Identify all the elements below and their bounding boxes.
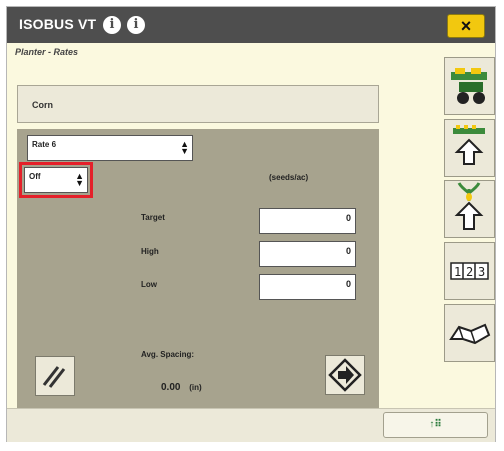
svg-text:3: 3 — [478, 265, 485, 279]
planter-button[interactable] — [444, 57, 495, 115]
avg-spacing-unit: (in) — [189, 383, 202, 392]
number-keypad-icon: 1 2 3 — [450, 262, 489, 280]
avg-spacing-value: 0.00 (in) — [161, 382, 202, 393]
rate-select-value: Rate 6 — [32, 140, 57, 149]
title-bar: ISOBUS VT i i × — [7, 7, 495, 43]
enter-arrow-icon — [328, 358, 362, 392]
updown-arrows-icon: ▲ ▼ — [180, 139, 189, 156]
bottom-softkey[interactable]: ↑⠿ — [383, 412, 488, 438]
vt-window: ISOBUS VT i i × Planter - Rates Corn Rat… — [6, 6, 496, 442]
enter-button[interactable] — [325, 355, 365, 395]
avg-spacing-number: 0.00 — [161, 382, 181, 393]
window-title: ISOBUS VT — [19, 16, 97, 32]
svg-text:1: 1 — [454, 265, 461, 279]
planter-icon — [451, 68, 487, 104]
number-keypad-button[interactable]: 1 2 3 — [444, 242, 495, 300]
low-label: Low — [141, 280, 157, 289]
rate-select[interactable]: Rate 6 ▲ ▼ — [27, 135, 193, 161]
seed-up-button[interactable] — [444, 180, 495, 238]
target-value: 0 — [345, 213, 351, 223]
book-button[interactable] — [444, 304, 495, 362]
book-icon — [449, 323, 491, 345]
seed-up-icon — [454, 182, 484, 230]
crop-panel: Corn — [17, 85, 379, 123]
avg-spacing-label: Avg. Spacing: — [141, 350, 195, 359]
low-input[interactable]: 0 — [259, 274, 356, 300]
info-icon[interactable]: i — [127, 16, 145, 34]
close-button[interactable]: × — [447, 14, 485, 38]
target-label: Target — [141, 213, 165, 222]
row-up-icon — [453, 125, 485, 165]
page-title: Planter - Rates — [15, 47, 79, 57]
target-input[interactable]: 0 — [259, 208, 356, 234]
units-label: (seeds/ac) — [269, 173, 309, 182]
diagonal-lines-icon — [42, 366, 66, 388]
svg-text:2: 2 — [466, 265, 473, 279]
row-up-button[interactable] — [444, 119, 495, 177]
high-input[interactable]: 0 — [259, 241, 356, 267]
high-value: 0 — [345, 246, 351, 256]
highlight-box — [19, 162, 93, 198]
info-icon[interactable]: i — [103, 16, 121, 34]
reset-button[interactable] — [35, 356, 75, 396]
crop-label: Corn — [32, 100, 53, 110]
low-value: 0 — [345, 279, 351, 289]
high-label: High — [141, 247, 159, 256]
